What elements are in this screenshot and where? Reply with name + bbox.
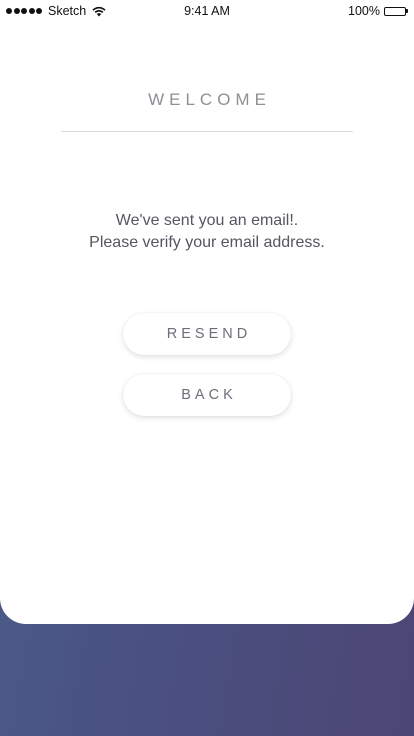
battery-body (384, 6, 406, 16)
status-bar: Sketch 9:41 AM 100% (0, 0, 414, 22)
content-card: Sketch 9:41 AM 100% WELCOME We've sent y… (0, 0, 414, 624)
back-button[interactable]: BACK (123, 374, 291, 416)
verification-message: We've sent you an email!. Please verify … (0, 210, 414, 254)
page-title: WELCOME (148, 90, 271, 109)
resend-button[interactable]: RESEND (123, 313, 291, 355)
battery-icon (384, 6, 408, 16)
status-bar-right: 100% (348, 4, 408, 18)
title-divider (61, 131, 353, 132)
message-line-1: We've sent you an email!. (115, 212, 299, 229)
battery-cap (406, 9, 408, 13)
battery-percent: 100% (348, 4, 380, 18)
message-line-2: Please verify your email address. (89, 234, 325, 251)
